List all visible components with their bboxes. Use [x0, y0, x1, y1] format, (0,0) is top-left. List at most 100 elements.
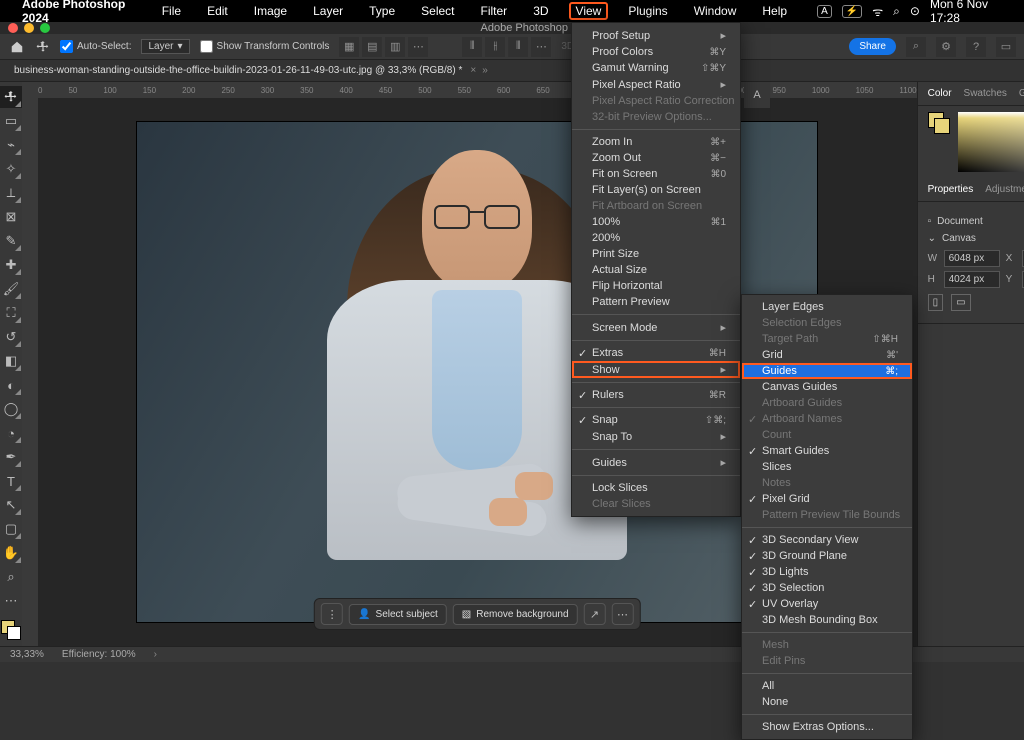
menu-item-fit-on-screen[interactable]: Fit on Screen⌘0	[572, 166, 740, 182]
menu-item-rulers[interactable]: ✓Rulers⌘R	[572, 387, 740, 403]
menu-item-none[interactable]: None	[742, 694, 912, 710]
remove-background-button[interactable]: ▧ Remove background	[453, 604, 578, 625]
menu-item-print-size[interactable]: Print Size	[572, 246, 740, 262]
color-swatch-tool[interactable]	[1, 620, 21, 640]
pen-tool-icon[interactable]: ✒	[0, 446, 22, 468]
menubar-item-file[interactable]: File	[156, 3, 187, 19]
menu-item-fit-layer-s-on-screen[interactable]: Fit Layer(s) on Screen	[572, 182, 740, 198]
marquee-tool-icon[interactable]: ▭	[0, 110, 22, 132]
menu-item-100-[interactable]: 100%⌘1	[572, 214, 740, 230]
tab-color[interactable]: Color	[928, 88, 952, 99]
tab-properties[interactable]: Properties	[928, 184, 974, 195]
orientation-portrait-icon[interactable]: ▯	[928, 294, 944, 311]
menu-item-screen-mode[interactable]: Screen Mode▸	[572, 319, 740, 336]
home-icon[interactable]	[8, 38, 26, 56]
menu-item-show[interactable]: Show▸	[572, 361, 740, 378]
menu-item-pixel-aspect-ratio[interactable]: Pixel Aspect Ratio▸	[572, 76, 740, 93]
menubar-item-window[interactable]: Window	[688, 3, 743, 19]
path-tool-icon[interactable]: ↖	[0, 494, 22, 516]
align-icon[interactable]: ▤	[362, 37, 382, 57]
auto-select-checkbox[interactable]: Auto-Select:	[60, 40, 131, 53]
menubar-item-filter[interactable]: Filter	[475, 3, 514, 19]
crop-tool-icon[interactable]: ⟂	[0, 182, 22, 204]
menu-item-proof-colors[interactable]: Proof Colors⌘Y	[572, 44, 740, 60]
lasso-tool-icon[interactable]: ⌁	[0, 134, 22, 156]
menu-item-proof-setup[interactable]: Proof Setup▸	[572, 27, 740, 44]
spotlight-icon[interactable]: ⌕	[893, 4, 900, 19]
distribute-icon[interactable]: ⫴	[462, 37, 482, 57]
menu-item-actual-size[interactable]: Actual Size	[572, 262, 740, 278]
menubar-item-plugins[interactable]: Plugins	[622, 3, 673, 19]
menu-item-smart-guides[interactable]: ✓Smart Guides	[742, 443, 912, 459]
menubar-item-view[interactable]: View	[569, 2, 609, 20]
search-icon[interactable]: ⌕	[906, 37, 926, 57]
menu-item-extras[interactable]: ✓Extras⌘H	[572, 345, 740, 361]
height-input[interactable]	[944, 271, 1000, 288]
menu-item-flip-horizontal[interactable]: Flip Horizontal	[572, 278, 740, 294]
share-button[interactable]: Share	[849, 38, 896, 55]
menu-item-3d-lights[interactable]: ✓3D Lights	[742, 564, 912, 580]
menu-item-200-[interactable]: 200%	[572, 230, 740, 246]
tab-adjustments[interactable]: Adjustments	[985, 184, 1024, 195]
transform-icon[interactable]: ↗	[584, 603, 606, 625]
drag-handle-icon[interactable]: ⋮	[321, 603, 343, 625]
menu-item-snap[interactable]: ✓Snap⇧⌘;	[572, 412, 740, 428]
stamp-tool-icon[interactable]: ⛶	[0, 302, 22, 324]
width-input[interactable]	[944, 250, 1000, 267]
menubar-item-image[interactable]: Image	[248, 3, 293, 19]
menu-item-canvas-guides[interactable]: Canvas Guides	[742, 379, 912, 395]
workspace-icon[interactable]: ⚙	[936, 37, 956, 57]
show-transform-checkbox[interactable]: Show Transform Controls	[200, 40, 330, 53]
distribute-icon[interactable]: ⫴	[508, 37, 528, 57]
auto-select-target-dropdown[interactable]: Layer▾	[141, 39, 189, 54]
battery-icon[interactable]: ⚡	[842, 5, 862, 18]
eraser-tool-icon[interactable]: ◧	[0, 350, 22, 372]
align-icon[interactable]: ▥	[385, 37, 405, 57]
tab-gradients[interactable]: Gradients	[1019, 88, 1024, 99]
document-tab[interactable]: business-woman-standing-outside-the-offi…	[0, 60, 1024, 82]
menubar-item-layer[interactable]: Layer	[307, 3, 349, 19]
more-icon[interactable]: ⋯	[612, 603, 634, 625]
menu-item-snap-to[interactable]: Snap To▸	[572, 428, 740, 445]
menu-item-guides[interactable]: Guides▸	[572, 454, 740, 471]
blur-tool-icon[interactable]: ◯	[0, 398, 22, 420]
control-center-icon[interactable]: ⊙	[910, 4, 920, 18]
menu-item-3d-mesh-bounding-box[interactable]: 3D Mesh Bounding Box	[742, 612, 912, 628]
menu-item-zoom-in[interactable]: Zoom In⌘+	[572, 134, 740, 150]
help-icon[interactable]: ?	[966, 37, 986, 57]
menu-item-gamut-warning[interactable]: Gamut Warning⇧⌘Y	[572, 60, 740, 76]
character-panel-icon[interactable]: A	[744, 82, 770, 108]
menu-item-layer-edges[interactable]: Layer Edges	[742, 299, 912, 315]
menu-item-grid[interactable]: Grid⌘'	[742, 347, 912, 363]
edit-toolbar-icon[interactable]: ⋯	[0, 590, 22, 612]
menu-item-zoom-out[interactable]: Zoom Out⌘−	[572, 150, 740, 166]
brush-tool-icon[interactable]: 🖌	[0, 278, 22, 300]
type-tool-icon[interactable]: T	[0, 470, 22, 492]
menubar-item-select[interactable]: Select	[415, 3, 460, 19]
heal-tool-icon[interactable]: ✚	[0, 254, 22, 276]
traffic-lights[interactable]	[8, 23, 50, 33]
distribute-icon[interactable]: ⫲	[485, 37, 505, 57]
wand-tool-icon[interactable]: ✧	[0, 158, 22, 180]
wifi-icon[interactable]: ᯤ	[872, 3, 883, 20]
menubar-item-edit[interactable]: Edit	[201, 3, 234, 19]
dodge-tool-icon[interactable]: ◔	[0, 422, 22, 444]
menubar-item-help[interactable]: Help	[756, 3, 793, 19]
color-scrubber[interactable]	[958, 112, 1024, 172]
align-icon[interactable]: ⋯	[408, 37, 428, 57]
tab-swatches[interactable]: Swatches	[964, 88, 1007, 99]
menu-item-pattern-preview[interactable]: Pattern Preview	[572, 294, 740, 310]
distribute-icon[interactable]: ⋯	[531, 37, 551, 57]
gradient-tool-icon[interactable]: ◐	[0, 374, 22, 396]
input-source-icon[interactable]: A	[817, 5, 832, 18]
zoom-tool-icon[interactable]: ⌕	[0, 566, 22, 588]
hand-tool-icon[interactable]: ✋	[0, 542, 22, 564]
menu-item-3d-ground-plane[interactable]: ✓3D Ground Plane	[742, 548, 912, 564]
menu-item-lock-slices[interactable]: Lock Slices	[572, 480, 740, 496]
menubar-item-type[interactable]: Type	[363, 3, 401, 19]
menu-item-all[interactable]: All	[742, 678, 912, 694]
canvas-section[interactable]: ⌄ Canvas	[928, 233, 1024, 244]
menu-item-guides[interactable]: Guides⌘;	[742, 363, 912, 379]
move-tool-icon[interactable]	[0, 86, 22, 108]
align-icon[interactable]: ▦	[339, 37, 359, 57]
